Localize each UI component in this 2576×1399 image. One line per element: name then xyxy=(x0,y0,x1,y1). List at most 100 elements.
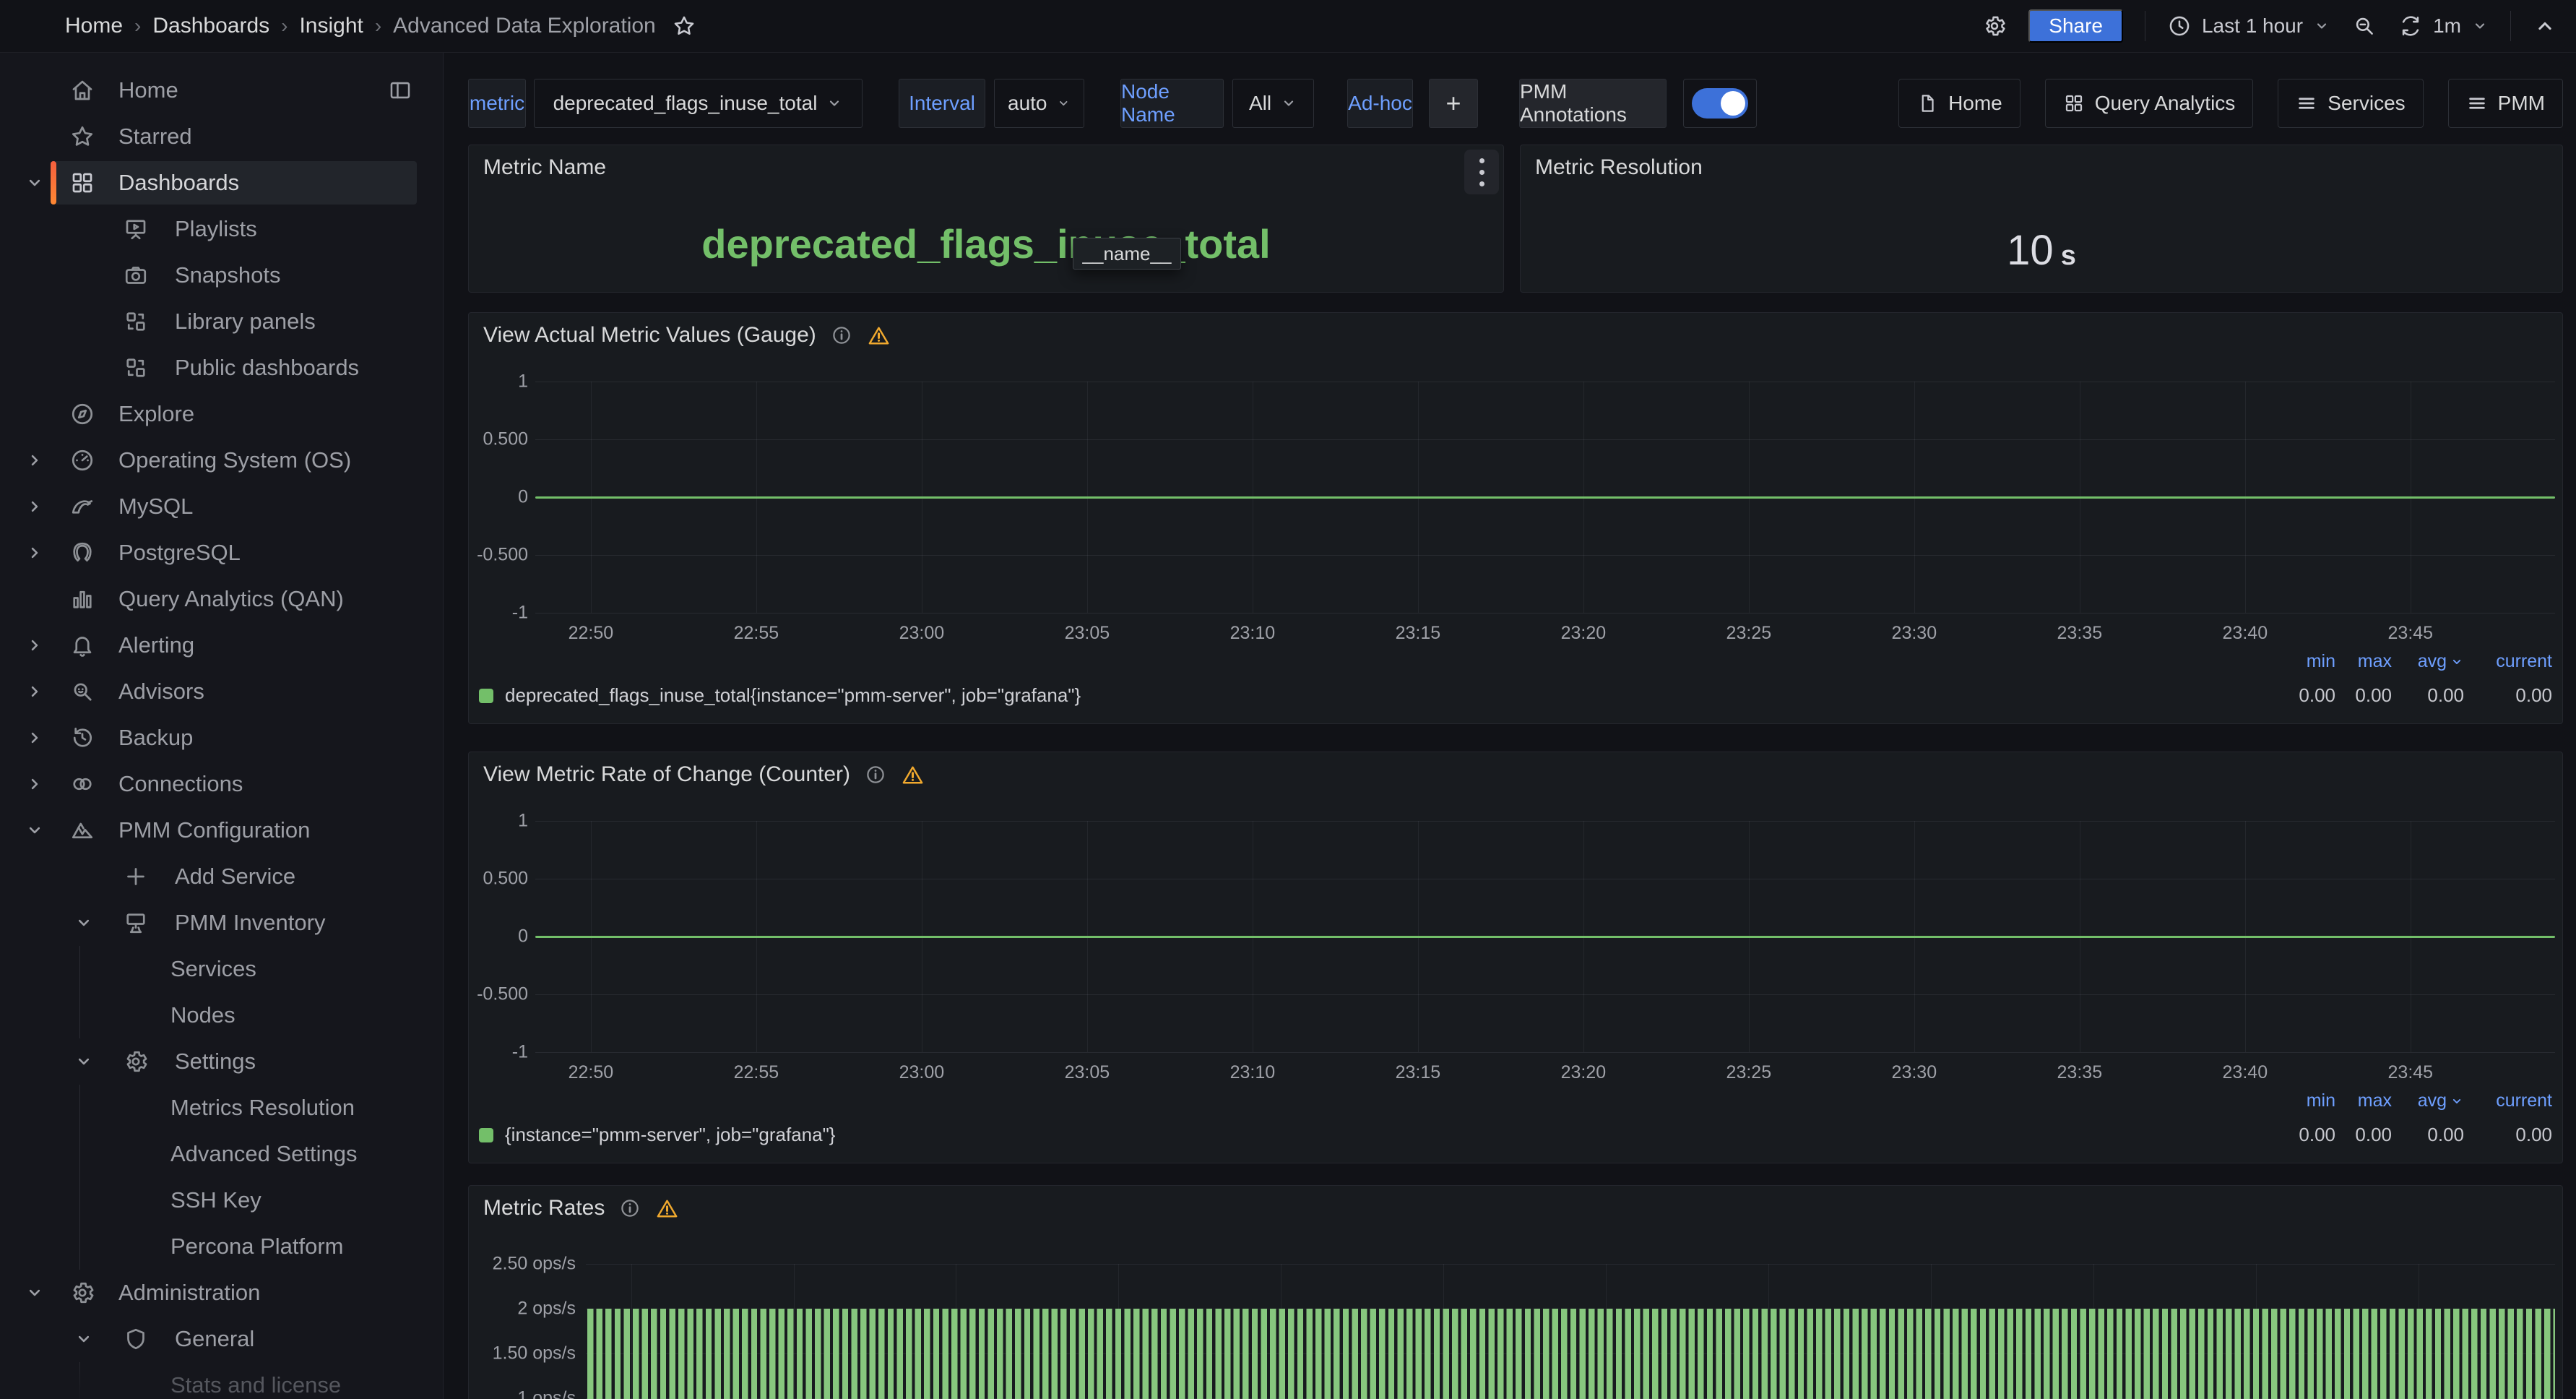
sidebar-item-pmm-inventory[interactable]: PMM Inventory xyxy=(0,900,443,946)
sidebar-item-library-panels[interactable]: Library panels xyxy=(0,298,443,345)
y-axis-label: 0.500 xyxy=(483,869,528,890)
sidebar-item-ssh-key[interactable]: SSH Key xyxy=(0,1177,443,1223)
sidebar-item-home[interactable]: Home xyxy=(0,67,443,113)
panel-title[interactable]: Metric Resolution xyxy=(1535,155,1703,180)
nav-button-pmm[interactable]: PMM xyxy=(2448,79,2563,128)
variable-label-node-name[interactable]: Node Name xyxy=(1120,79,1224,128)
x-axis-label: 23:20 xyxy=(1561,623,1607,644)
adhoc-add-filter-button[interactable]: + xyxy=(1429,79,1478,128)
nav-button-services[interactable]: Services xyxy=(2278,79,2423,128)
sidebar-item-pmm-configuration[interactable]: PMM Configuration xyxy=(0,807,443,853)
gear-icon[interactable] xyxy=(1982,14,2007,38)
favorite-star-icon[interactable] xyxy=(672,14,696,38)
sidebar-item-backup[interactable]: Backup xyxy=(0,715,443,761)
y-axis-label: 2 ops/s xyxy=(517,1299,576,1320)
sidebar-item-advisors[interactable]: Advisors xyxy=(0,668,443,715)
panel-title[interactable]: Metric Rates xyxy=(483,1196,679,1221)
panel-menu-kebab-icon[interactable] xyxy=(1464,150,1499,194)
active-item-indicator xyxy=(51,161,56,205)
sidebar-item-general[interactable]: General xyxy=(0,1316,443,1362)
info-icon[interactable] xyxy=(831,324,852,346)
legend-stat-header-max[interactable]: max xyxy=(2335,651,2392,672)
sidebar-item-dashboards[interactable]: Dashboards xyxy=(0,160,443,206)
sidebar-item-explore[interactable]: Explore xyxy=(0,391,443,437)
legend-stat-value-current: 0.00 xyxy=(2464,1124,2552,1146)
info-icon[interactable] xyxy=(865,764,886,785)
nav-button-label: Home xyxy=(1948,92,2002,115)
legend-series-row: {instance="pmm-server", job="grafana"} 0.… xyxy=(479,1124,2552,1146)
chevron-down-icon xyxy=(1056,95,1071,112)
sidebar-item-services[interactable]: Services xyxy=(0,946,443,992)
legend-stat-header-current[interactable]: current xyxy=(2464,651,2552,672)
warning-icon[interactable] xyxy=(901,763,925,787)
sidebar-item-label: Advisors xyxy=(0,679,204,705)
sidebar-item-connections[interactable]: Connections xyxy=(0,761,443,807)
sidebar-item-metrics-resolution[interactable]: Metrics Resolution xyxy=(0,1085,443,1131)
dock-sidebar-icon[interactable] xyxy=(388,78,412,103)
legend-stat-header-min[interactable]: min xyxy=(2278,651,2335,672)
pmm-annotations-toggle[interactable] xyxy=(1683,79,1757,128)
variable-label-metric[interactable]: metric xyxy=(468,79,526,128)
variable-value-metric[interactable]: deprecated_flags_inuse_total xyxy=(534,79,863,128)
legend-stat-header-max[interactable]: max xyxy=(2335,1090,2392,1111)
series-name[interactable]: {instance="pmm-server", job="grafana"} xyxy=(505,1124,2278,1146)
legend-stat-header-avg[interactable]: avg xyxy=(2392,651,2464,672)
variable-value-interval[interactable]: auto xyxy=(994,79,1084,128)
share-button[interactable]: Share xyxy=(2028,9,2123,43)
legend-stat-header-current[interactable]: current xyxy=(2464,1090,2552,1111)
y-axis-label: -0.500 xyxy=(477,545,528,566)
menu-hamburger-icon[interactable] xyxy=(19,13,45,39)
breadcrumb-item-dashboards[interactable]: Dashboards xyxy=(152,14,269,38)
legend: minmaxavgcurrent deprecated_flags_inuse_t… xyxy=(479,651,2552,718)
panel-title[interactable]: View Metric Rate of Change (Counter) xyxy=(483,762,925,787)
info-icon[interactable] xyxy=(619,1197,641,1219)
sidebar-item-playlists[interactable]: Playlists xyxy=(0,206,443,252)
sidebar-item-label: Playlists xyxy=(0,216,257,242)
sidebar-item-administration[interactable]: Administration xyxy=(0,1270,443,1316)
panel-title[interactable]: View Actual Metric Values (Gauge) xyxy=(483,323,891,348)
variable-label-interval[interactable]: Interval xyxy=(899,79,985,128)
variable-value-node-name[interactable]: All xyxy=(1232,79,1314,128)
sidebar-item-nodes[interactable]: Nodes xyxy=(0,992,443,1038)
refresh-picker[interactable]: 1m xyxy=(2398,14,2489,38)
sidebar-item-postgresql[interactable]: PostgreSQL xyxy=(0,530,443,576)
x-axis-label: 22:55 xyxy=(734,1062,779,1083)
sidebar: HomeStarredDashboards Playlists SnapshotsL… xyxy=(0,53,444,1399)
series-color-swatch[interactable] xyxy=(479,1128,493,1142)
sidebar-item-starred[interactable]: Starred xyxy=(0,113,443,160)
sidebar-item-public-dashboards[interactable]: Public dashboards xyxy=(0,345,443,391)
list-icon xyxy=(2466,92,2488,114)
sidebar-item-query-analytics-qan[interactable]: Query Analytics (QAN) xyxy=(0,576,443,622)
breadcrumb-item-home[interactable]: Home xyxy=(65,14,123,38)
legend-stat-header-avg[interactable]: avg xyxy=(2392,1090,2464,1111)
legend-stat-header-min[interactable]: min xyxy=(2278,1090,2335,1111)
sidebar-item-operating-system-os[interactable]: Operating System (OS) xyxy=(0,437,443,483)
legend-stat-value-max: 0.00 xyxy=(2335,1124,2392,1146)
y-axis-label: 0.500 xyxy=(483,429,528,450)
chevron-up-icon[interactable] xyxy=(2533,14,2557,38)
series-name[interactable]: deprecated_flags_inuse_total{instance="p… xyxy=(505,684,2278,707)
y-axis-label: 1 xyxy=(518,371,528,392)
sidebar-item-label: PostgreSQL xyxy=(0,540,241,566)
warning-icon[interactable] xyxy=(867,324,891,348)
sidebar-item-settings[interactable]: Settings xyxy=(0,1038,443,1085)
zoom-out-icon[interactable] xyxy=(2352,14,2377,38)
breadcrumb-item-insight[interactable]: Insight xyxy=(299,14,363,38)
x-axis: 22:5022:5523:0023:0523:1023:1523:2023:25… xyxy=(535,623,2555,645)
time-range-picker[interactable]: Last 1 hour xyxy=(2167,14,2330,38)
sidebar-item-percona-platform[interactable]: Percona Platform xyxy=(0,1223,443,1270)
sidebar-item-alerting[interactable]: Alerting xyxy=(0,622,443,668)
sidebar-item-advanced-settings[interactable]: Advanced Settings xyxy=(0,1131,443,1177)
breadcrumb-item-advanced-data-exploration[interactable]: Advanced Data Exploration xyxy=(393,14,656,38)
nav-button-home[interactable]: Home xyxy=(1898,79,2020,128)
nav-button-query-analytics[interactable]: Query Analytics xyxy=(2045,79,2254,128)
sidebar-item-stats-and-license[interactable]: Stats and license xyxy=(0,1362,443,1399)
series-color-swatch[interactable] xyxy=(479,689,493,703)
sidebar-item-mysql[interactable]: MySQL xyxy=(0,483,443,530)
warning-icon[interactable] xyxy=(655,1197,679,1221)
panel-title[interactable]: Metric Name xyxy=(483,155,606,180)
y-axis-label: -1 xyxy=(512,603,528,624)
sidebar-item-add-service[interactable]: Add Service xyxy=(0,853,443,900)
variable-label-adhoc[interactable]: Ad-hoc xyxy=(1347,79,1413,128)
sidebar-item-snapshots[interactable]: Snapshots xyxy=(0,252,443,298)
